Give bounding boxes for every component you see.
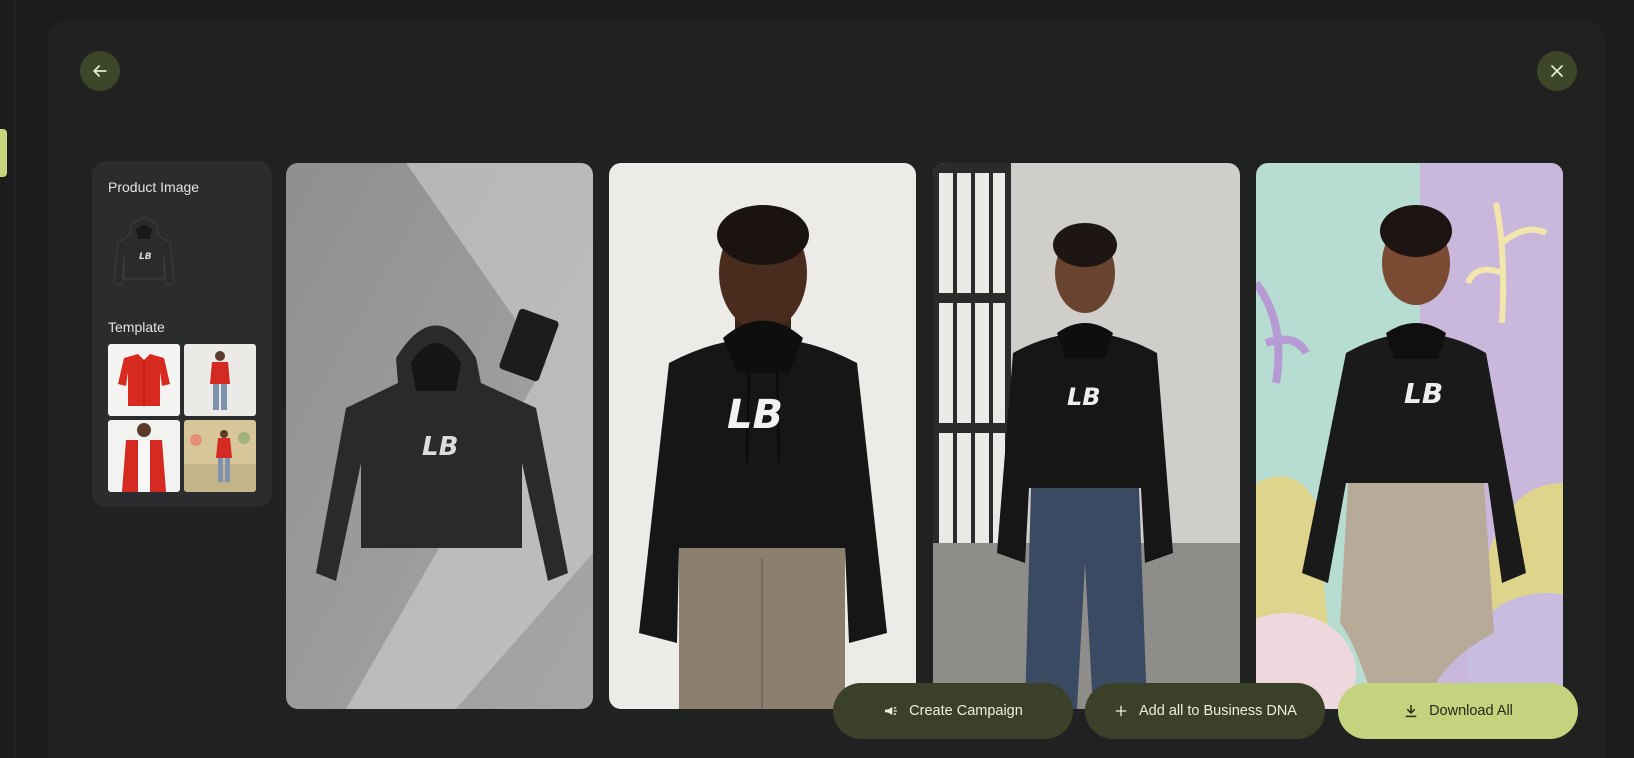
generated-image[interactable]: LB <box>933 163 1240 709</box>
svg-text:LB: LB <box>1067 383 1101 411</box>
left-rail <box>0 0 15 758</box>
product-image-label: Product Image <box>108 179 200 195</box>
template-grid <box>108 344 256 492</box>
download-all-button[interactable]: Download All <box>1338 683 1578 739</box>
product-image-thumbnail[interactable]: LB <box>108 209 180 295</box>
generated-image[interactable]: LB <box>609 163 916 709</box>
create-campaign-label: Create Campaign <box>909 703 1023 719</box>
generated-image[interactable]: LB <box>1256 163 1563 709</box>
add-all-to-business-dna-label: Add all to Business DNA <box>1139 703 1297 719</box>
template-thumb[interactable] <box>184 420 256 492</box>
arrow-left-icon <box>93 65 107 77</box>
template-thumb[interactable] <box>108 420 180 492</box>
create-campaign-button[interactable]: Create Campaign <box>833 683 1073 739</box>
back-button[interactable] <box>80 51 120 91</box>
close-icon <box>1551 65 1563 77</box>
download-icon <box>1405 704 1417 718</box>
svg-text:LB: LB <box>422 432 458 462</box>
svg-text:LB: LB <box>727 392 783 438</box>
source-panel: Product Image LB Template <box>92 161 272 507</box>
add-all-to-business-dna-button[interactable]: Add all to Business DNA <box>1085 683 1325 739</box>
megaphone-icon <box>885 707 898 715</box>
download-all-label: Download All <box>1429 703 1513 719</box>
template-thumb[interactable] <box>108 344 180 416</box>
plus-icon <box>1115 705 1127 717</box>
svg-text:LB: LB <box>1404 377 1443 410</box>
template-label: Template <box>108 319 165 335</box>
template-thumb[interactable] <box>184 344 256 416</box>
rail-active-indicator <box>0 129 7 177</box>
generated-image[interactable]: LB <box>286 163 593 709</box>
close-button[interactable] <box>1537 51 1577 91</box>
svg-text:LB: LB <box>139 252 152 262</box>
